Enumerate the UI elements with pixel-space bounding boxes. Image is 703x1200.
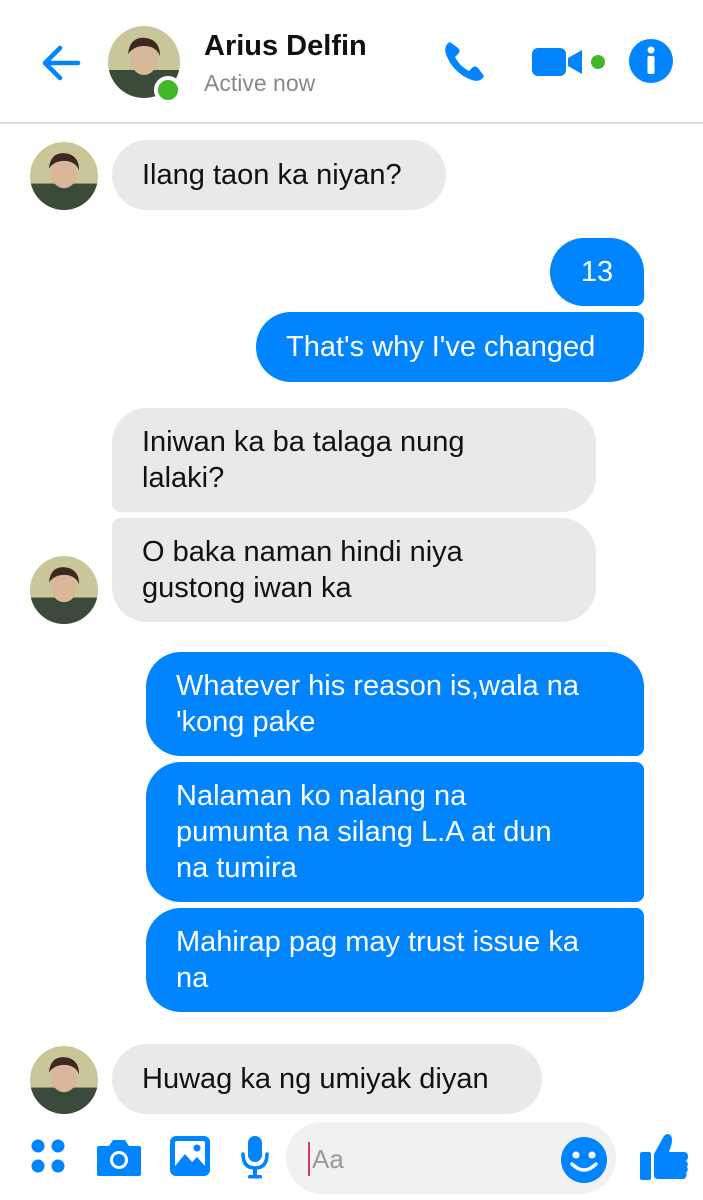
message-text: Whatever his reason is,wala na 'kong pak… [176, 670, 579, 738]
avatar[interactable] [30, 142, 98, 210]
phone-icon[interactable] [440, 36, 490, 86]
text-cursor [308, 1142, 310, 1176]
message-bubble[interactable]: Iniwan ka ba talaga nung lalaki? [112, 408, 596, 512]
active-status: Active now [204, 70, 316, 96]
message-text: Huwag ka ng umiyak diyan [142, 1063, 489, 1095]
message-text: Ilang taon ka niyan? [142, 159, 402, 191]
video-camera-icon[interactable] [530, 44, 610, 80]
message-bubble[interactable]: Nalaman ko nalang na pumunta na silang L… [146, 762, 644, 902]
avatar[interactable] [30, 556, 98, 624]
message-bubble[interactable]: Mahirap pag may trust issue ka na [146, 908, 644, 1012]
message-bubble[interactable]: Ilang taon ka niyan? [112, 140, 446, 210]
apps-grid-icon[interactable] [28, 1136, 68, 1176]
message-text: That's why I've changed [286, 331, 596, 363]
message-bubble[interactable]: O baka naman hindi niya gustong iwan ka [112, 518, 596, 622]
back-arrow-icon[interactable] [38, 40, 84, 86]
message-text: Iniwan ka ba talaga nung lalaki? [142, 426, 465, 494]
message-bubble[interactable]: That's why I've changed [256, 312, 644, 382]
image-icon[interactable] [168, 1134, 212, 1178]
message-bubble[interactable]: 13 [550, 238, 644, 306]
message-text: 13 [580, 256, 614, 288]
conversation-header: Arius Delfin Active now [0, 0, 703, 124]
message-bubble[interactable]: Whatever his reason is,wala na 'kong pak… [146, 652, 644, 756]
contact-name[interactable]: Arius Delfin [204, 30, 367, 63]
message-input-placeholder: Aa [312, 1144, 344, 1174]
camera-icon[interactable] [95, 1136, 143, 1178]
microphone-icon[interactable] [240, 1134, 270, 1180]
message-bubble[interactable]: Huwag ka ng umiyak diyan [112, 1044, 542, 1114]
thumbs-up-icon[interactable] [638, 1130, 690, 1182]
message-text: Nalaman ko nalang na pumunta na silang L… [176, 780, 552, 884]
info-icon[interactable] [628, 38, 674, 84]
emoji-icon[interactable] [560, 1136, 608, 1184]
online-status-indicator [154, 76, 182, 104]
avatar[interactable] [30, 1046, 98, 1114]
message-text: Mahirap pag may trust issue ka na [176, 926, 579, 994]
message-text: O baka naman hindi niya gustong iwan ka [142, 536, 463, 604]
